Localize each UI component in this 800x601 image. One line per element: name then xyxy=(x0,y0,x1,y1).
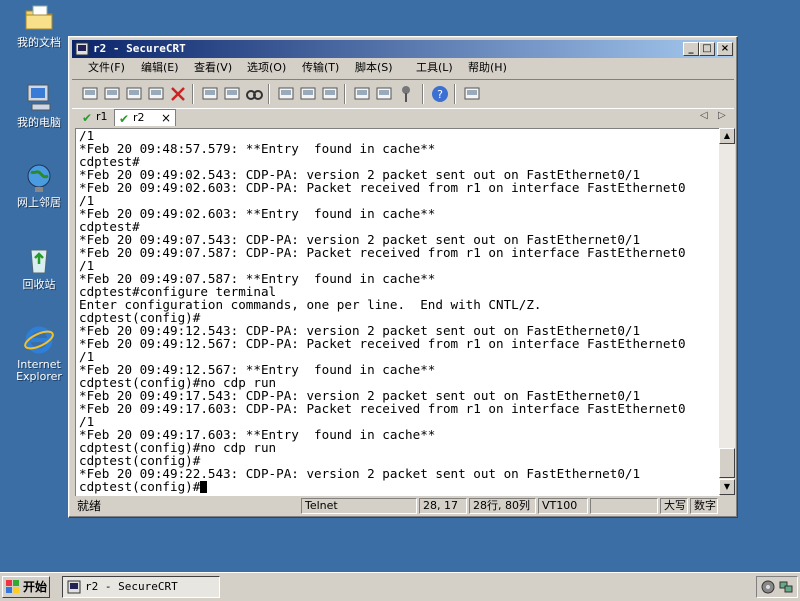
title-bar[interactable]: r2 - SecureCRT _ □ × xyxy=(72,40,734,58)
taskbar-securecrt-button[interactable]: r2 - SecureCRT xyxy=(62,576,220,598)
desktop-icon-recycle-bin[interactable]: 回收站 xyxy=(4,244,74,291)
computer-icon xyxy=(23,82,55,114)
desktop-icon-label: 回收站 xyxy=(22,278,56,291)
internet-explorer-icon xyxy=(23,324,55,356)
start-label: 开始 xyxy=(23,580,48,594)
desktop-icon-my-computer[interactable]: 我的电脑 xyxy=(4,82,74,129)
terminal-prompt-line: cdptest(config)# xyxy=(79,480,686,493)
scroll-thumb[interactable] xyxy=(719,448,735,478)
folder-documents-icon xyxy=(23,2,55,34)
connected-check-icon: ✔ xyxy=(119,112,130,126)
terminal-line: *Feb 20 09:49:12.567: CDP-PA: Packet rec… xyxy=(79,336,686,351)
menu-tools[interactable]: 工具(L) xyxy=(416,61,453,75)
desktop-icon-internet-explorer[interactable]: Internet Explorer xyxy=(4,324,74,383)
toolbar-separator xyxy=(268,84,270,104)
minimize-button[interactable]: _ xyxy=(683,42,699,56)
status-caps: 大写 xyxy=(660,498,688,514)
global-options-icon[interactable] xyxy=(374,84,394,104)
terminal-line: *Feb 20 09:49:17.603: CDP-PA: Packet rec… xyxy=(79,401,686,416)
tab-prev-icon[interactable]: ◁ xyxy=(700,110,708,121)
terminal-cursor xyxy=(200,481,208,493)
find-icon[interactable] xyxy=(244,84,264,104)
menu-script[interactable]: 脚本(S) xyxy=(355,61,393,75)
terminal-prompt: cdptest(config)# xyxy=(79,479,201,494)
status-terminal-size: 28行, 80列 xyxy=(469,498,536,514)
help-icon[interactable]: ? xyxy=(430,84,450,104)
menu-file[interactable]: 文件(F) xyxy=(88,61,125,75)
securecrt-app-icon xyxy=(67,580,81,594)
menu-help[interactable]: 帮助(H) xyxy=(468,61,507,75)
desktop-icon-label: 我的电脑 xyxy=(17,116,61,129)
window-title: r2 - SecureCRT xyxy=(93,42,186,55)
sftp-icon[interactable] xyxy=(462,84,482,104)
menu-options[interactable]: 选项(O) xyxy=(247,61,286,75)
desktop-icon-network[interactable]: 网上邻居 xyxy=(4,162,74,209)
toolbar-separator xyxy=(344,84,346,104)
tab-label: r2 xyxy=(133,111,145,124)
copy-icon[interactable] xyxy=(200,84,220,104)
start-button[interactable]: 开始 xyxy=(2,576,50,598)
status-empty-field xyxy=(590,498,658,514)
system-tray xyxy=(756,576,798,598)
tab-r2[interactable]: ✔ r2 × xyxy=(114,109,176,126)
network-icon xyxy=(23,162,55,194)
terminal-line: *Feb 20 09:49:07.587: CDP-PA: Packet rec… xyxy=(79,245,686,260)
keymap-icon[interactable] xyxy=(396,84,416,104)
disconnect-icon[interactable] xyxy=(168,84,188,104)
close-button[interactable]: × xyxy=(717,42,733,56)
maximize-button[interactable]: □ xyxy=(699,42,715,56)
print-icon[interactable] xyxy=(276,84,296,104)
session-options-icon[interactable] xyxy=(352,84,372,104)
quick-connect-icon[interactable] xyxy=(102,84,122,104)
toolbar: ? xyxy=(72,79,734,109)
toolbar-separator xyxy=(422,84,424,104)
status-bar: 就绪 Telnet 28, 17 28行, 80列 VT100 大写 数字 xyxy=(72,497,734,515)
print-selection-icon[interactable] xyxy=(298,84,318,104)
tab-next-icon[interactable]: ▷ xyxy=(718,110,726,121)
session-tab-bar: ✔ r1 ✔ r2 × ◁ ▷ xyxy=(72,109,734,127)
connect-tab-icon[interactable] xyxy=(124,84,144,104)
terminal-line: *Feb 20 09:48:57.579: **Entry found in c… xyxy=(79,141,436,156)
desktop-icon-label: 我的文档 xyxy=(17,36,61,49)
vertical-scrollbar[interactable]: ▲ ▼ xyxy=(719,128,735,495)
paste-icon[interactable] xyxy=(222,84,242,104)
task-label: r2 - SecureCRT xyxy=(85,580,178,593)
terminal-line: *Feb 20 09:49:02.603: CDP-PA: Packet rec… xyxy=(79,180,686,195)
desktop-icon-label: 网上邻居 xyxy=(17,196,61,209)
menu-bar: 文件(F) 编辑(E) 查看(V) 选项(O) 传输(T) 脚本(S) 工具(L… xyxy=(72,59,734,77)
desktop-icon-label: Internet Explorer xyxy=(16,358,62,383)
terminal-output: /1 *Feb 20 09:48:57.579: **Entry found in… xyxy=(79,129,686,493)
menu-view[interactable]: 查看(V) xyxy=(194,61,232,75)
close-tab-icon[interactable]: × xyxy=(161,110,171,126)
svg-text:?: ? xyxy=(437,88,443,101)
tab-r1[interactable]: ✔ r1 xyxy=(78,109,114,126)
tray-network-icon[interactable] xyxy=(779,580,793,597)
status-num: 数字 xyxy=(690,498,718,514)
desktop-icon-my-documents[interactable]: 我的文档 xyxy=(4,2,74,49)
windows-flag-icon xyxy=(6,580,20,594)
scroll-up-icon[interactable]: ▲ xyxy=(719,128,735,144)
taskbar: 开始 r2 - SecureCRT xyxy=(0,572,800,601)
status-protocol: Telnet xyxy=(301,498,417,514)
toolbar-separator xyxy=(192,84,194,104)
terminal-line: *Feb 20 09:49:02.603: **Entry found in c… xyxy=(79,206,436,221)
connect-icon[interactable] xyxy=(80,84,100,104)
securecrt-window: r2 - SecureCRT _ □ × 文件(F) 编辑(E) 查看(V) 选… xyxy=(68,36,738,518)
status-ready: 就绪 xyxy=(77,499,102,513)
tab-label: r1 xyxy=(96,110,108,123)
menu-edit[interactable]: 编辑(E) xyxy=(141,61,179,75)
print-setup-icon[interactable] xyxy=(320,84,340,104)
menu-transfer[interactable]: 传输(T) xyxy=(302,61,339,75)
toolbar-separator xyxy=(454,84,456,104)
tray-sound-icon[interactable] xyxy=(761,580,775,597)
status-emulation: VT100 xyxy=(538,498,588,514)
reconnect-icon[interactable] xyxy=(146,84,166,104)
scroll-down-icon[interactable]: ▼ xyxy=(719,479,735,495)
status-cursor-position: 28, 17 xyxy=(419,498,467,514)
terminal-screen[interactable]: /1 *Feb 20 09:48:57.579: **Entry found in… xyxy=(75,128,720,496)
connected-check-icon: ✔ xyxy=(82,111,93,125)
recycle-bin-icon xyxy=(23,244,55,276)
securecrt-app-icon xyxy=(75,42,89,56)
